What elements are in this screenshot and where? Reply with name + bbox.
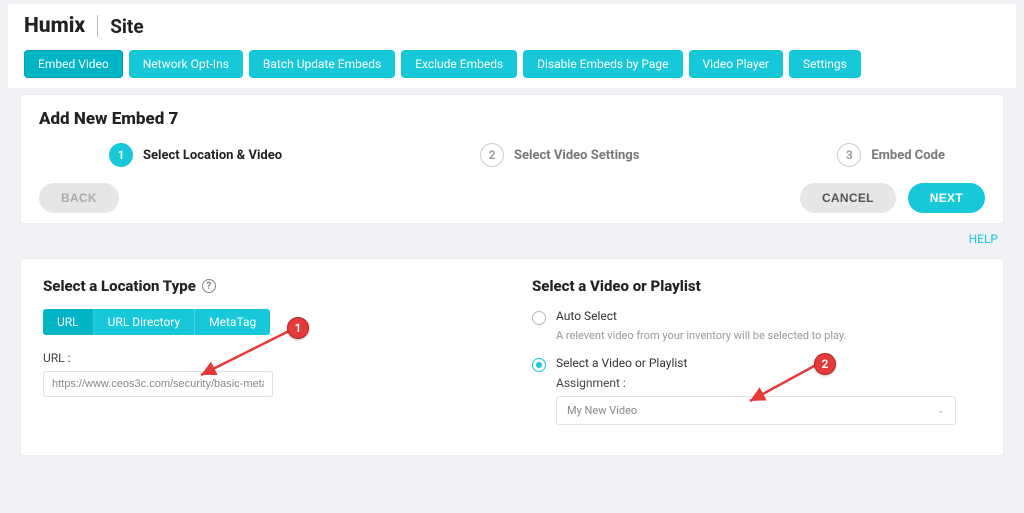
step-1-label: Select Location & Video xyxy=(143,148,282,163)
step-2[interactable]: 2 Select Video Settings xyxy=(480,143,639,167)
next-button[interactable]: NEXT xyxy=(908,183,985,213)
divider xyxy=(97,15,98,37)
location-type-segmented: URL URL Directory MetaTag xyxy=(43,309,270,335)
radio-auto-sub: A relevent video from your inventory wil… xyxy=(556,329,981,342)
step-3-num: 3 xyxy=(837,143,861,167)
brand: Humix xyxy=(24,14,85,38)
panel-title: Add New Embed 7 xyxy=(39,109,985,129)
location-title: Select a Location Type xyxy=(43,277,196,295)
seg-url[interactable]: URL xyxy=(43,309,94,335)
wizard-panel: Add New Embed 7 1 Select Location & Vide… xyxy=(20,94,1004,224)
assignment-value: My New Video xyxy=(567,404,637,417)
tab-video-player[interactable]: Video Player xyxy=(689,50,783,78)
url-input[interactable] xyxy=(43,371,273,397)
header: Humix Site xyxy=(8,4,1016,44)
cancel-button[interactable]: CANCEL xyxy=(800,183,896,213)
help-row: HELP xyxy=(0,224,1024,250)
config-panel: Select a Location Type ? URL URL Directo… xyxy=(20,258,1004,456)
annotation-marker-2: 2 xyxy=(814,353,836,375)
tab-disable-by-page[interactable]: Disable Embeds by Page xyxy=(523,50,682,78)
tab-network-opt-ins[interactable]: Network Opt-Ins xyxy=(129,50,243,78)
seg-metatag[interactable]: MetaTag xyxy=(195,309,270,335)
stepper: 1 Select Location & Video 2 Select Video… xyxy=(39,143,985,167)
back-button[interactable]: BACK xyxy=(39,183,119,213)
radio-select-label: Select a Video or Playlist xyxy=(556,356,687,370)
url-label: URL : xyxy=(43,351,492,365)
site-name: Site xyxy=(110,15,143,38)
tab-batch-update[interactable]: Batch Update Embeds xyxy=(249,50,395,78)
step-2-num: 2 xyxy=(480,143,504,167)
assignment-label: Assignment : xyxy=(556,376,981,390)
step-1-num: 1 xyxy=(109,143,133,167)
global-tabs: Embed Video Network Opt-Ins Batch Update… xyxy=(8,44,1016,88)
location-column: Select a Location Type ? URL URL Directo… xyxy=(43,277,492,425)
tab-embed-video[interactable]: Embed Video xyxy=(24,50,123,78)
tab-exclude-embeds[interactable]: Exclude Embeds xyxy=(401,50,517,78)
step-1[interactable]: 1 Select Location & Video xyxy=(109,143,282,167)
radio-auto-select[interactable] xyxy=(532,311,546,325)
step-3[interactable]: 3 Embed Code xyxy=(837,143,945,167)
radio-auto-label: Auto Select xyxy=(556,309,617,323)
video-title: Select a Video or Playlist xyxy=(532,277,701,295)
help-icon[interactable]: ? xyxy=(202,279,216,293)
assignment-dropdown[interactable]: My New Video ⌄ xyxy=(556,396,956,425)
tab-settings[interactable]: Settings xyxy=(789,50,861,78)
step-2-label: Select Video Settings xyxy=(514,148,639,163)
help-link[interactable]: HELP xyxy=(969,232,998,246)
video-column: Select a Video or Playlist Auto Select A… xyxy=(532,277,981,425)
chevron-down-icon: ⌄ xyxy=(937,405,945,416)
annotation-marker-1: 1 xyxy=(287,317,309,339)
radio-select-video[interactable] xyxy=(532,358,546,372)
step-3-label: Embed Code xyxy=(871,148,945,163)
seg-url-directory[interactable]: URL Directory xyxy=(94,309,196,335)
